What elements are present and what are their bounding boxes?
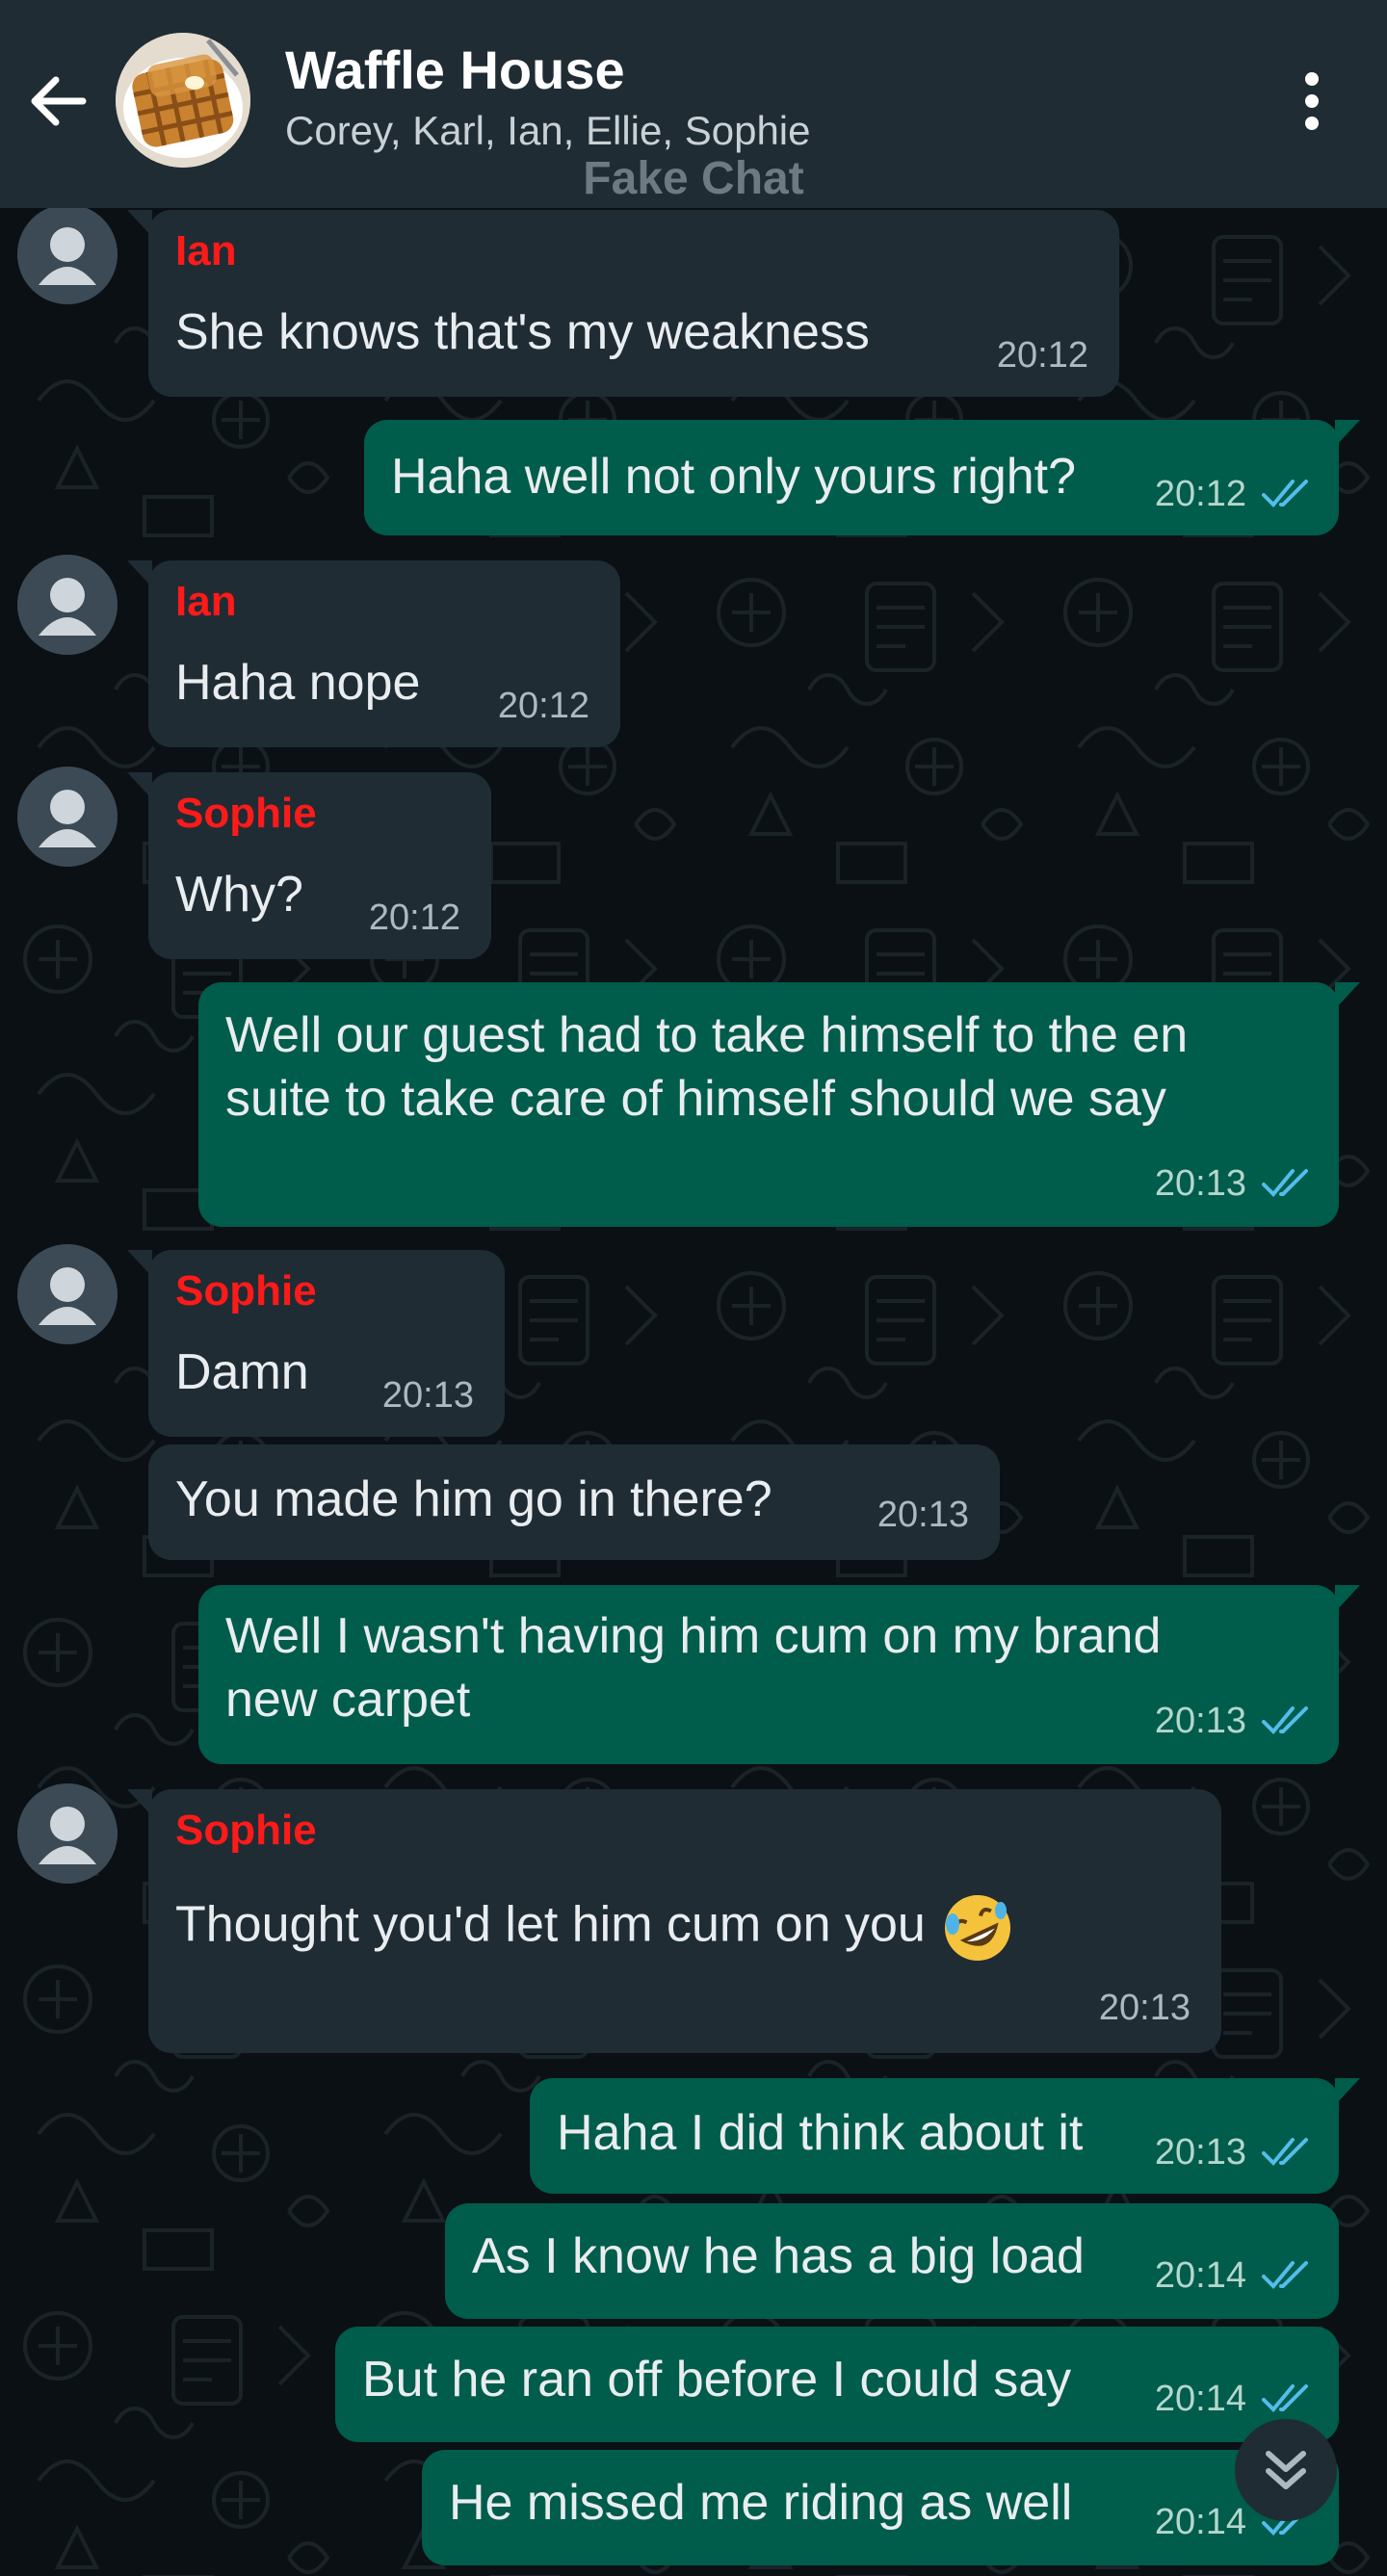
message-bubble-incoming[interactable]: Ian Haha nope 20:12	[127, 560, 620, 747]
message-text: As I know he has a big load	[472, 2228, 1085, 2284]
chat-title[interactable]: Waffle House	[285, 39, 625, 101]
message-time: 20:12	[497, 686, 589, 726]
chat-header: Waffle House Corey, Karl, Ian, Ellie, So…	[0, 0, 1387, 208]
message-time: 20:14	[1154, 2502, 1246, 2542]
message-text-row: Thought you'd let him cum on you	[175, 1889, 1016, 1966]
avatar[interactable]	[17, 1244, 118, 1344]
message-text-line-1: Well I wasn't having him cum on my brand	[225, 1608, 1162, 1664]
sender-name[interactable]: Ian	[175, 227, 237, 275]
participants-list[interactable]: Corey, Karl, Ian, Ellie, Sophie	[285, 108, 811, 154]
watermark: Fake Chat	[583, 153, 804, 204]
menu-button[interactable]	[1291, 64, 1333, 139]
double-check-icon	[1262, 2138, 1308, 2166]
message-bubble-outgoing[interactable]: Well I wasn't having him cum on my brand…	[198, 1585, 1360, 1764]
group-avatar[interactable]	[116, 33, 250, 168]
sender-name[interactable]: Sophie	[175, 1807, 317, 1855]
arrow-left-icon	[31, 76, 87, 126]
message-bubble-incoming[interactable]: Sophie Damn 20:13	[127, 1250, 505, 1437]
message-bubble-incoming[interactable]: Sophie Thought you'd let him cum on you …	[127, 1789, 1221, 2053]
message-text: Haha well not only yours right?	[391, 449, 1077, 505]
avatar[interactable]	[17, 555, 118, 655]
message-time: 20:12	[1154, 474, 1246, 514]
more-vertical-icon	[1305, 72, 1319, 130]
user-silhouette-icon	[17, 204, 118, 304]
message-bubble-incoming[interactable]: Ian She knows that's my weakness 20:12	[127, 210, 1119, 397]
sender-name[interactable]: Sophie	[175, 790, 317, 838]
message-bubble-outgoing[interactable]: Well our guest had to take himself to th…	[198, 982, 1360, 1227]
scroll-to-bottom-button[interactable]	[1235, 2419, 1337, 2521]
sender-name[interactable]: Ian	[175, 578, 237, 626]
waffle-image	[116, 33, 250, 168]
message-time: 20:13	[1154, 1701, 1246, 1741]
double-check-icon	[1262, 1169, 1308, 1197]
double-check-icon	[1262, 2384, 1308, 2412]
double-chevron-down-icon	[1266, 2451, 1306, 2489]
message-time: 20:12	[368, 898, 460, 938]
message-time: 20:13	[1154, 2132, 1246, 2173]
double-check-icon	[1262, 1706, 1308, 1734]
message-text-line-2: new carpet	[225, 1672, 471, 1728]
rolling-on-floor-laughing-emoji-icon	[945, 1895, 1011, 1961]
user-silhouette-icon	[17, 555, 118, 655]
avatar[interactable]	[17, 767, 118, 867]
user-silhouette-icon	[17, 767, 118, 867]
message-text: Haha I did think about it	[557, 2105, 1084, 2161]
user-silhouette-icon	[17, 1244, 118, 1344]
double-check-icon	[1262, 2261, 1308, 2289]
message-text: But he ran off before I could say	[362, 2352, 1072, 2407]
message-text: You made him go in there?	[175, 1471, 772, 1527]
message-bubble-outgoing[interactable]: But he ran off before I could say 20:14	[335, 2327, 1339, 2442]
message-bubble-outgoing[interactable]: As I know he has a big load 20:14	[445, 2203, 1339, 2319]
message-time: 20:14	[1154, 2255, 1246, 2296]
user-silhouette-icon	[17, 1783, 118, 1884]
message-time: 20:13	[1098, 1988, 1191, 2028]
message-bubble-outgoing[interactable]: Haha well not only yours right? 20:12	[364, 420, 1360, 535]
message-bubble-incoming[interactable]: Sophie Why? 20:12	[127, 772, 491, 959]
message-text: Thought you'd let him cum on you	[175, 1896, 926, 1953]
message-time: 20:12	[996, 335, 1088, 376]
message-time: 20:13	[1154, 1163, 1246, 1204]
message-text: She knows that's my weakness	[175, 304, 870, 360]
message-text: Why?	[175, 867, 303, 923]
sender-name[interactable]: Sophie	[175, 1267, 317, 1315]
message-time: 20:14	[1154, 2379, 1246, 2419]
message-text: Haha nope	[175, 655, 421, 711]
avatar[interactable]	[17, 1783, 118, 1884]
back-button[interactable]	[21, 64, 96, 139]
double-check-icon	[1262, 480, 1308, 507]
message-text-line-2: suite to take care of himself should we …	[225, 1071, 1166, 1127]
message-time: 20:13	[381, 1375, 474, 1416]
message-bubble-outgoing[interactable]: He missed me riding as well 20:14	[422, 2450, 1339, 2565]
avatar[interactable]	[17, 204, 118, 304]
message-bubble-outgoing[interactable]: Haha I did think about it 20:13	[530, 2078, 1360, 2194]
message-text: Damn	[175, 1344, 309, 1400]
message-text: He missed me riding as well	[449, 2475, 1073, 2531]
message-time: 20:13	[877, 1495, 969, 1535]
message-text-line-1: Well our guest had to take himself to th…	[225, 1007, 1189, 1063]
message-bubble-incoming[interactable]: You made him go in there? 20:13	[148, 1444, 1000, 1560]
